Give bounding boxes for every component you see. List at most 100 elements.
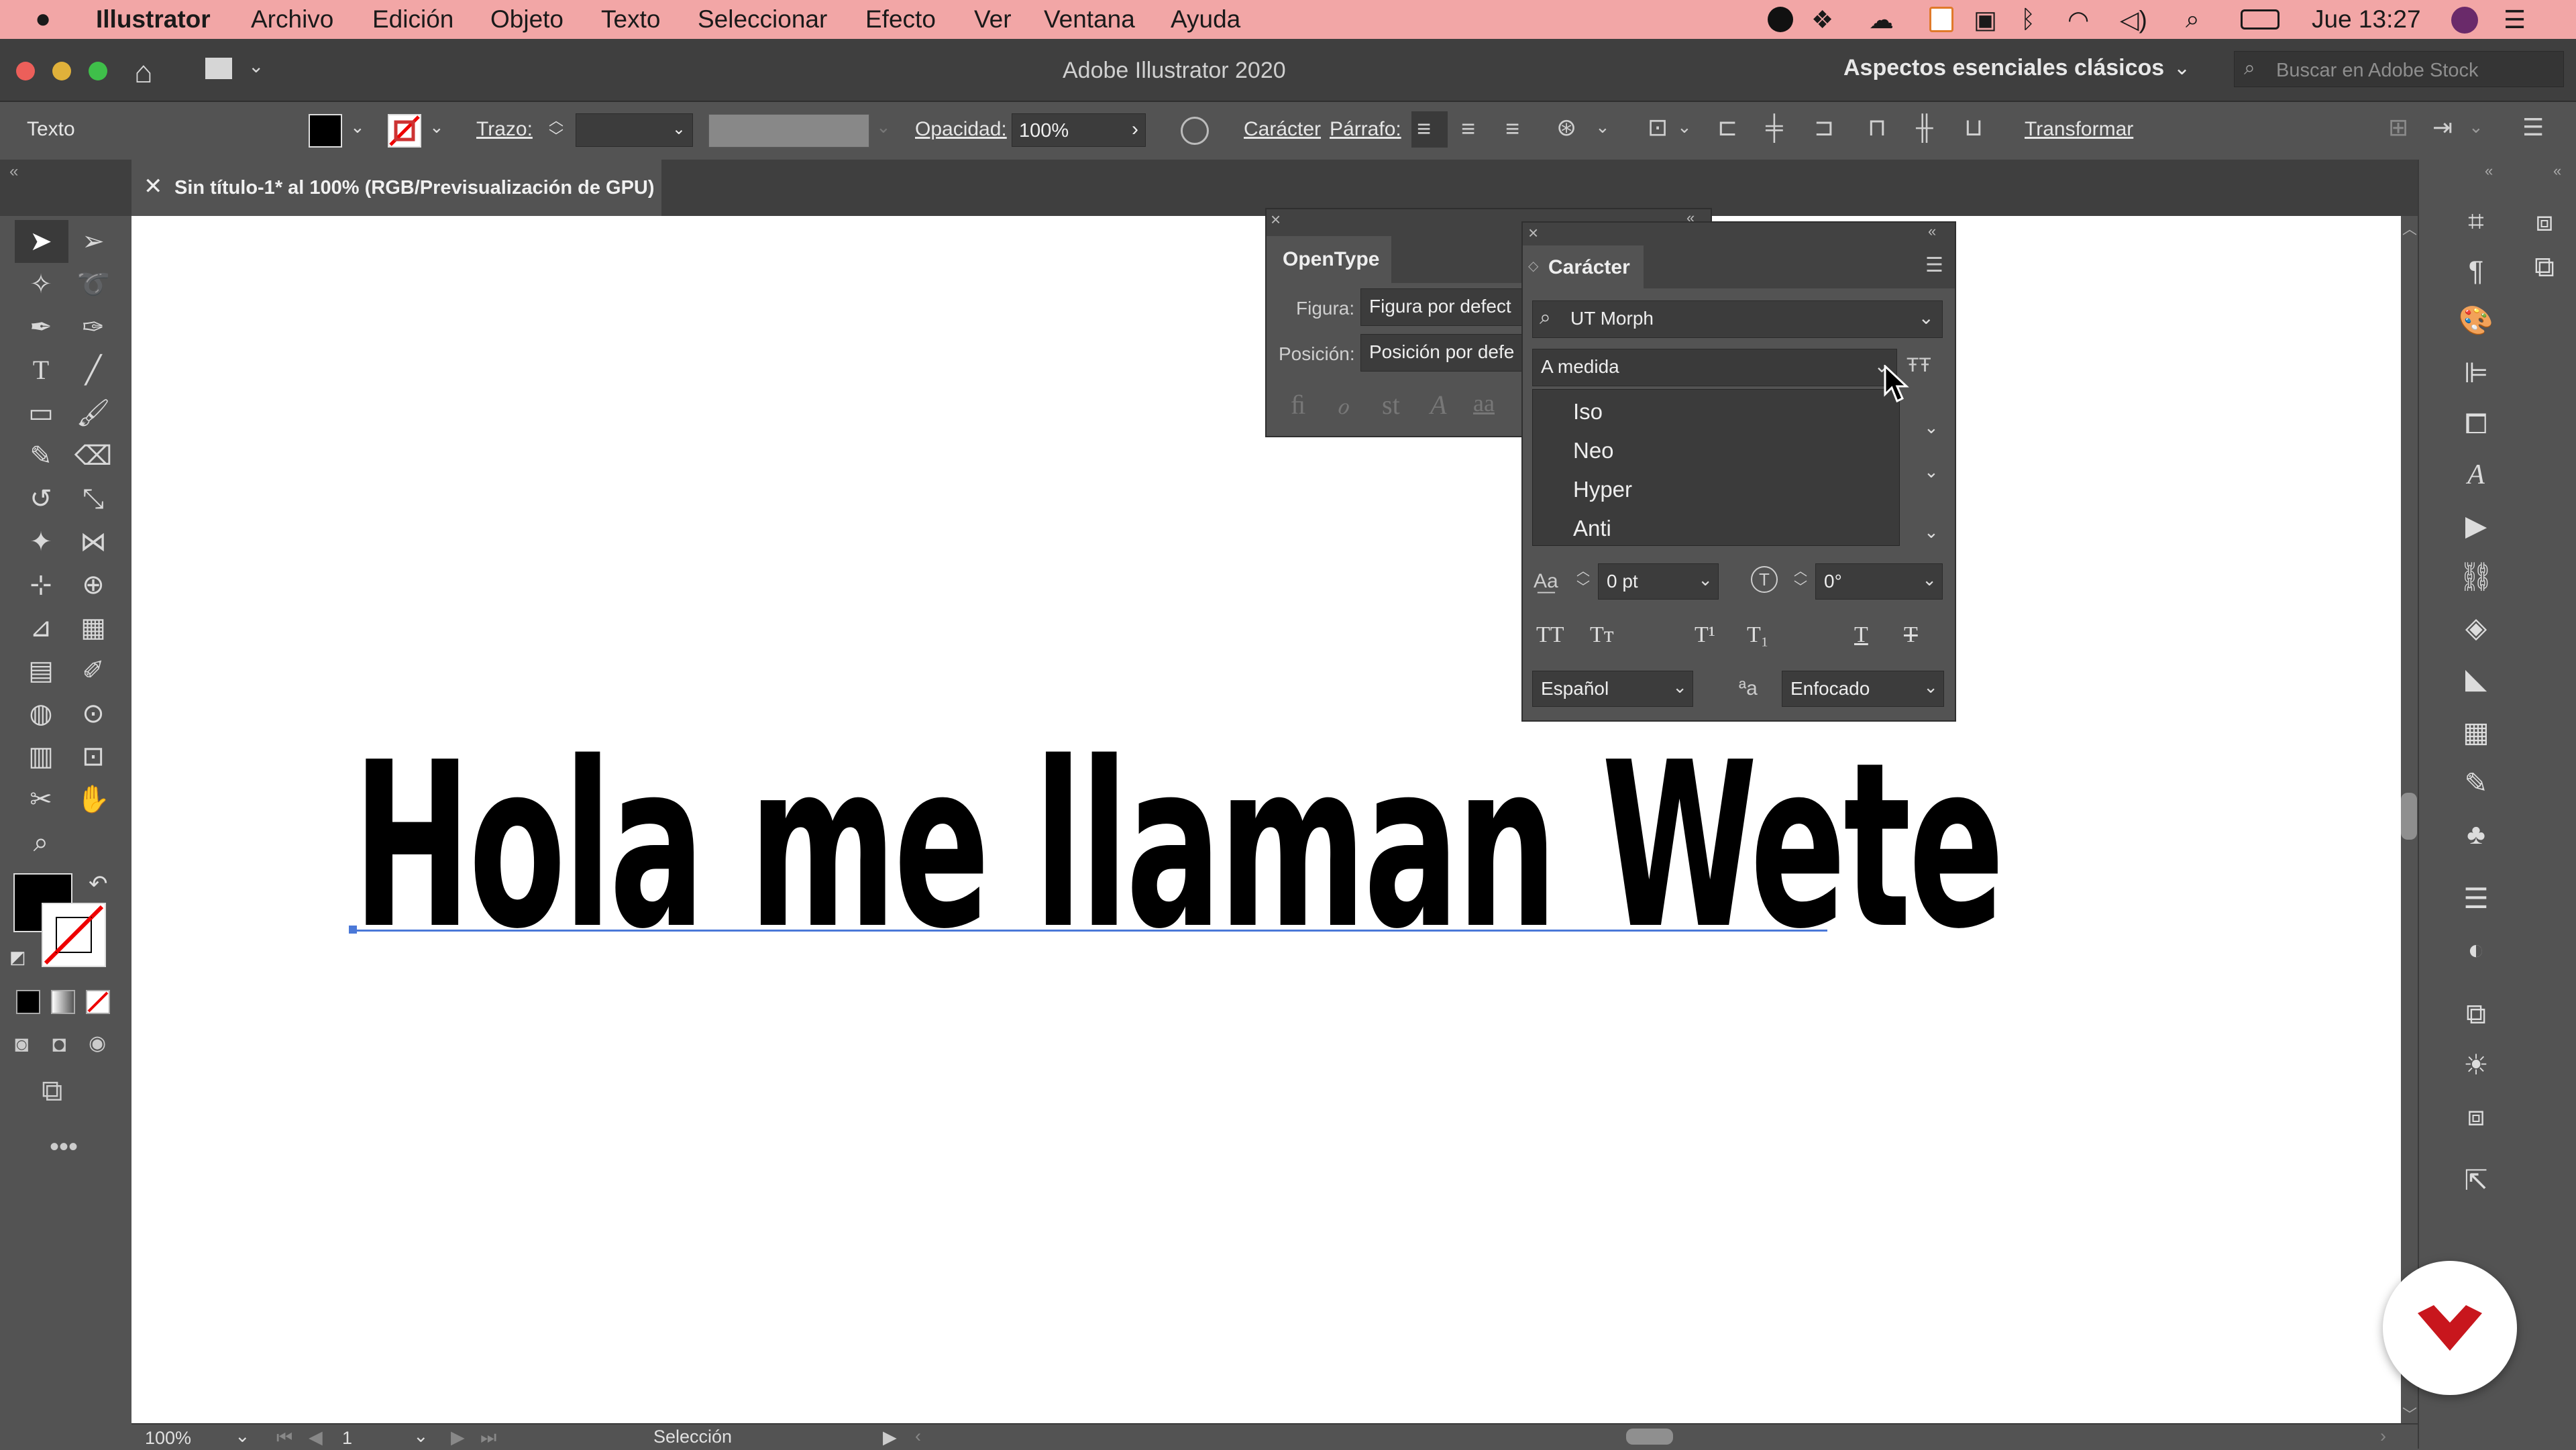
menu-ver[interactable]: Ver (974, 5, 1012, 34)
default-colors-icon[interactable]: ◩ (9, 947, 26, 968)
align-left-edges-icon[interactable]: ⊏ (1717, 115, 1737, 140)
scroll-up-icon[interactable]: ︿ (2402, 217, 2417, 239)
eraser-tool-icon[interactable]: ⌫ (70, 436, 117, 476)
zoom-tool-icon[interactable]: ⌕ (17, 822, 64, 862)
character-panel-titlebar[interactable]: × « (1523, 223, 1955, 243)
stroke-stepper[interactable]: ︿ ﹀ (549, 113, 564, 145)
stroke-swatch[interactable] (388, 114, 421, 148)
chevron-down-icon[interactable]: ⌄ (1924, 522, 1939, 543)
discretionary-ligatures-icon[interactable]: st (1382, 389, 1400, 421)
graphic-styles-panel-icon[interactable]: ⧈ (2453, 1096, 2500, 1136)
last-artboard-icon[interactable]: ⏭ (480, 1427, 496, 1449)
close-panel-icon[interactable]: × (1528, 223, 1538, 243)
puppet-warp-icon[interactable]: ⊛ (1556, 115, 1576, 140)
export-panel-icon[interactable]: ⇱ (2453, 1160, 2500, 1201)
collapse-dock-icon[interactable]: « (2553, 162, 2561, 180)
swap-fill-stroke-icon[interactable]: ↶ (89, 871, 108, 897)
artboards-panel-icon[interactable]: ⌗ (2453, 201, 2500, 241)
gradient-panel-icon[interactable]: ◐ (2453, 930, 2500, 970)
text-anchor-point[interactable] (349, 926, 357, 934)
blend-tool-icon[interactable]: ◍ (17, 693, 64, 734)
shape-builder-tool-icon[interactable]: ⊕ (70, 565, 117, 605)
chevron-down-icon[interactable]: ⌄ (1595, 117, 1610, 137)
menu-archivo[interactable]: Archivo (251, 5, 333, 34)
zoom-select[interactable]: 100% ⌄ (134, 1426, 255, 1449)
vertical-scroll-track[interactable]: ︿ ﹀ (2401, 216, 2418, 1423)
arrange-icon[interactable]: ⇥ (2432, 115, 2453, 140)
menu-seleccionar[interactable]: Seleccionar (698, 5, 827, 34)
perspective-grid-tool-icon[interactable]: ⊿ (17, 608, 64, 648)
stroke-panel-icon[interactable]: ☰ (2453, 879, 2500, 919)
align-right-icon[interactable]: ≡ (1505, 117, 1519, 141)
apple-icon[interactable]: ● (35, 4, 51, 34)
draw-behind-icon[interactable]: ◘ (52, 1031, 66, 1058)
transparency-panel-icon[interactable]: ◣ (2453, 659, 2500, 699)
shaper-tool-icon[interactable]: ✎ (17, 436, 64, 476)
current-tool-status[interactable]: Selección (653, 1427, 732, 1447)
stock-search-field[interactable]: ⌕ Buscar en Adobe Stock (2234, 51, 2564, 87)
none-mode-icon[interactable] (86, 990, 110, 1014)
all-caps-icon[interactable]: TT (1536, 622, 1564, 648)
clock[interactable]: Jue 13:27 (2312, 5, 2421, 34)
contextual-alternates-icon[interactable]: ℴ (1336, 389, 1348, 421)
color-guide-panel-icon[interactable]: 🎨 (2453, 300, 2500, 341)
collapse-toolbar-icon[interactable]: « (9, 162, 18, 181)
fill-swatch[interactable] (309, 114, 342, 148)
paragraph-styles-panel-icon[interactable]: ¶ (2453, 251, 2500, 291)
menu-ventana[interactable]: Ventana (1044, 5, 1135, 34)
close-panel-icon[interactable]: × (1271, 209, 1281, 230)
transform-panel-icon[interactable]: ⧉ (2453, 994, 2500, 1034)
pathfinder-panel-icon[interactable]: ⧠ (2453, 404, 2500, 444)
bluetooth-icon[interactable]: ᛒ (2021, 5, 2035, 34)
horizontal-scroll-thumb[interactable] (1626, 1429, 1673, 1445)
small-caps-icon[interactable]: Tᴛ (1590, 622, 1614, 648)
free-transform-tool-icon[interactable]: ⊹ (17, 565, 64, 605)
curvature-tool-icon[interactable]: ✑ (70, 307, 117, 347)
previous-artboard-icon[interactable]: ◀ (309, 1427, 323, 1448)
links-panel-icon[interactable]: ⛓ (2453, 557, 2500, 597)
recolor-icon[interactable] (1181, 117, 1209, 145)
panel-menu-icon[interactable]: ☰ (1925, 254, 1943, 277)
align-to-icon[interactable]: ⊡ (1648, 115, 1668, 140)
menu-ayuda[interactable]: Ayuda (1171, 5, 1240, 34)
home-icon[interactable]: ⌂ (134, 54, 153, 90)
type-tool-icon[interactable]: T (17, 350, 64, 390)
paragraph-link[interactable]: Párrafo: (1330, 118, 1401, 141)
line-segment-tool-icon[interactable]: ╱ (70, 350, 117, 390)
underline-icon[interactable]: T (1854, 622, 1868, 648)
width-tool-icon[interactable]: ⋈ (70, 522, 117, 562)
close-window-button[interactable] (16, 62, 35, 80)
align-center-icon[interactable]: ≡ (1461, 117, 1475, 141)
selection-tool-icon[interactable]: ➤ (17, 221, 64, 262)
stroke-weight-field[interactable]: ⌄ (576, 113, 693, 147)
pen-tool-icon[interactable]: ✒ (17, 307, 64, 347)
paintbrush-tool-icon[interactable]: 🖌 (70, 393, 117, 433)
draw-inside-icon[interactable]: ◉ (89, 1031, 106, 1055)
stroke-chevron-icon[interactable]: ⌄ (429, 117, 444, 137)
chevron-down-icon[interactable]: ⌄ (248, 55, 264, 77)
user-avatar-icon[interactable] (2451, 7, 2478, 34)
color-mode-icon[interactable] (16, 990, 40, 1014)
chevron-down-icon[interactable]: ⌄ (1924, 417, 1939, 438)
menu-efecto[interactable]: Efecto (865, 5, 936, 34)
font-style-option-iso[interactable]: Iso (1573, 399, 1603, 425)
scroll-left-icon[interactable]: ‹ (915, 1426, 921, 1447)
font-style-select[interactable]: A medida ⌄ (1532, 349, 1897, 386)
artboard-select[interactable]: 1 ⌄ (333, 1426, 433, 1449)
maximize-window-button[interactable] (89, 62, 107, 80)
status-menu-arrow-icon[interactable]: ▶ (883, 1427, 897, 1448)
asset-export-panel-icon[interactable]: ⧉ (2521, 247, 2568, 287)
rotation-stepper[interactable]: ︿ ﹀ (1794, 563, 1807, 596)
character-tab[interactable]: ◇ Carácter (1523, 245, 1644, 288)
align-vertical-center-icon[interactable]: ╫ (1916, 115, 1933, 140)
dropbox-icon[interactable]: ❖ (1811, 5, 1833, 34)
chevron-down-icon[interactable]: ⌄ (2469, 117, 2483, 137)
control-center-icon[interactable]: ☰ (2504, 5, 2526, 34)
next-artboard-icon[interactable]: ▶ (451, 1427, 465, 1448)
swatches-panel-icon[interactable]: ▦ (2453, 712, 2500, 752)
stylistic-alternates-icon[interactable]: aa (1473, 389, 1495, 417)
superscript-icon[interactable]: T¹ (1695, 622, 1715, 648)
minimize-window-button[interactable] (52, 62, 71, 80)
standard-ligatures-icon[interactable]: ﬁ (1291, 389, 1305, 421)
lock-icon[interactable]: ▣ (1974, 5, 1997, 34)
